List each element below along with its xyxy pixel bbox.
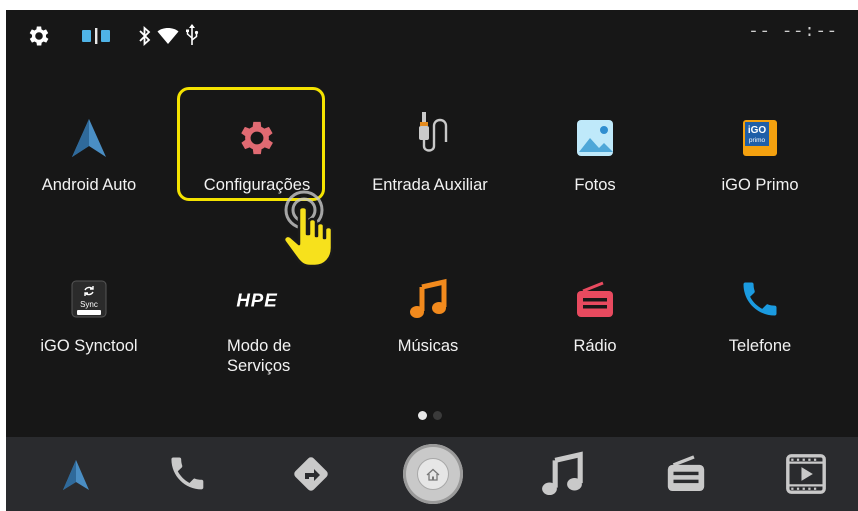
music-note-icon [410,278,447,318]
dock-bar [6,437,858,511]
navigation-icon[interactable] [286,449,336,499]
tap-hand-icon [282,190,334,268]
status-bar: -- --:-- [6,10,858,60]
page-dot-active[interactable] [418,411,427,420]
app-label: Android Auto [41,176,137,194]
phone-icon[interactable] [163,449,213,499]
radio-icon [577,281,613,317]
app-label: Entrada Auxiliar [372,176,488,194]
android-auto-icon [72,119,106,157]
photos-icon [577,120,613,156]
launcher-screen: -- --:-- Android Auto Configurações Entr… [6,10,858,511]
app-label: Modo de Serviços [227,337,292,375]
gear-icon[interactable] [26,23,52,49]
split-screen-icon[interactable] [80,27,114,45]
home-icon [426,468,440,481]
home-button-inner [417,458,449,490]
android-auto-icon[interactable] [51,449,101,499]
sync-tool-icon: Sync [71,280,107,318]
usb-icon [186,24,199,45]
home-button[interactable] [403,444,463,504]
app-label: Rádio [573,337,617,355]
hpe-icon: HPE [236,290,277,311]
svg-text:HPE: HPE [236,290,277,311]
bluetooth-icon [139,26,151,46]
igo-primo-icon: iGO primo [743,120,777,156]
svg-text:iGO: iGO [748,125,767,136]
app-label: Telefone [728,337,792,355]
svg-text:primo: primo [749,137,766,144]
app-label: iGO Primo [721,176,799,194]
aux-cable-icon [419,112,448,152]
app-label: iGO Synctool [40,337,138,355]
svg-text:Sync: Sync [80,300,98,309]
wifi-icon [157,28,179,44]
phone-icon [743,282,777,316]
app-label: Músicas [397,337,459,355]
clock: -- --:-- [748,23,838,42]
music-icon[interactable] [537,449,587,499]
app-label: Fotos [574,176,616,194]
page-dot[interactable] [433,411,442,420]
radio-icon[interactable] [661,449,711,499]
video-icon[interactable] [781,449,831,499]
